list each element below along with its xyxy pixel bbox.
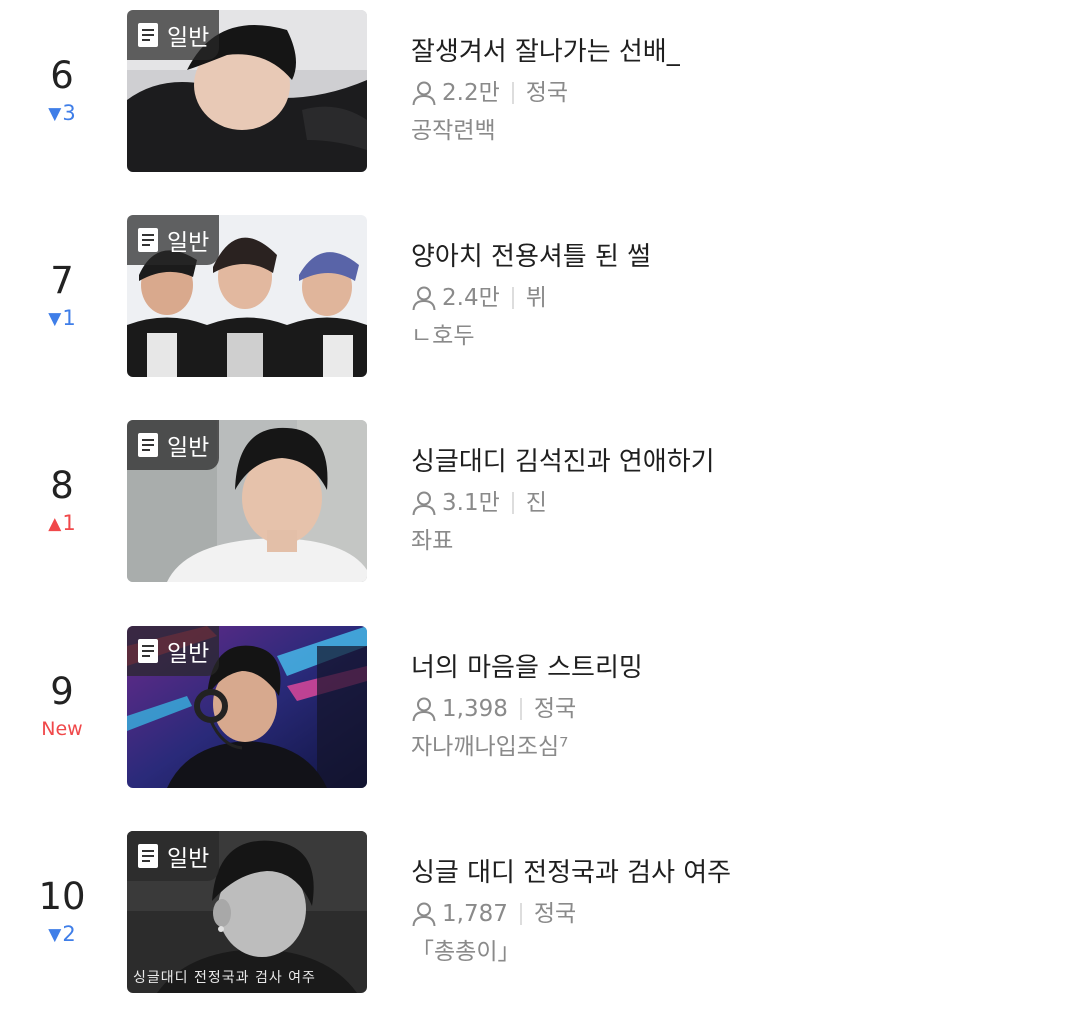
story-info: 싱글대디 김석진과 연애하기 3.1만 진 좌표: [411, 444, 1080, 558]
rank-number: 8: [50, 464, 74, 507]
divider: [511, 82, 514, 104]
divider: [511, 287, 514, 309]
rank-block: 7 ▼1: [18, 259, 106, 333]
story-title[interactable]: 잘생겨서 잘나가는 선배_: [411, 34, 1080, 70]
story-title[interactable]: 싱글 대디 전정국과 검사 여주: [411, 855, 1080, 891]
badge-label: 일반: [167, 230, 210, 256]
story-title[interactable]: 싱글대디 김석진과 연애하기: [411, 444, 1080, 480]
rank-change-value: 1: [62, 306, 76, 330]
story-meta: 1,787 정국: [411, 897, 1080, 931]
author-name[interactable]: 공작련백: [411, 114, 1080, 148]
story-meta: 1,398 정국: [411, 692, 1080, 726]
category-badge: 일반: [127, 831, 220, 881]
rank-new-badge: New: [18, 716, 106, 742]
member-tag[interactable]: 정국: [526, 76, 568, 110]
story-info: 잘생겨서 잘나가는 선배_ 2.2만 정국 공작련백: [411, 34, 1080, 148]
rank-block: 9 New: [18, 670, 106, 742]
author-name[interactable]: ㄴ호두: [411, 319, 1080, 353]
view-count: 1,787: [442, 901, 508, 927]
author-name[interactable]: 「총총이」: [411, 935, 1080, 969]
thumbnail-caption: 싱글대디 전정국과 검사 여주: [133, 970, 316, 986]
rank-change-value: 3: [62, 101, 76, 125]
rank-block: 10 ▼2: [18, 875, 106, 949]
document-icon: [138, 228, 158, 252]
member-tag[interactable]: 정국: [534, 897, 576, 931]
story-thumbnail[interactable]: 일반: [127, 215, 367, 377]
badge-label: 일반: [167, 846, 210, 872]
view-count: 1,398: [442, 696, 508, 722]
story-info: 싱글 대디 전정국과 검사 여주 1,787 정국 「총총이」: [411, 855, 1080, 969]
story-meta: 3.1만 진: [411, 486, 1080, 520]
view-count: 3.1만: [442, 490, 500, 516]
rank-down-icon: ▼: [48, 309, 62, 329]
person-icon: [412, 286, 436, 311]
author-name[interactable]: 자나깨나입조심⁷: [411, 730, 1080, 764]
person-icon: [412, 697, 436, 722]
rank-change-value: 2: [62, 922, 76, 946]
document-icon: [138, 639, 158, 663]
rank-change: ▲1: [18, 510, 106, 538]
story-meta: 2.4만 뷔: [411, 281, 1080, 315]
category-badge: 일반: [127, 10, 220, 60]
rank-block: 8 ▲1: [18, 464, 106, 538]
member-tag[interactable]: 뷔: [526, 281, 547, 315]
story-info: 양아치 전용셔틀 된 썰 2.4만 뷔 ㄴ호두: [411, 239, 1080, 353]
rank-down-icon: ▼: [48, 925, 62, 945]
rank-change: ▼3: [18, 100, 106, 128]
ranking-item[interactable]: 10 ▼2 일반 싱글대디 전정국과 검사 여주 싱글 대디 전정국과 검사 여…: [0, 831, 1080, 993]
author-name[interactable]: 좌표: [411, 524, 1080, 558]
story-title[interactable]: 너의 마음을 스트리밍: [411, 650, 1080, 686]
divider: [511, 492, 514, 514]
story-info: 너의 마음을 스트리밍 1,398 정국 자나깨나입조심⁷: [411, 650, 1080, 764]
story-thumbnail[interactable]: 일반: [127, 626, 367, 788]
person-icon: [412, 81, 436, 106]
rank-change: ▼2: [18, 921, 106, 949]
category-badge: 일반: [127, 215, 220, 265]
view-count: 2.4만: [442, 285, 500, 311]
document-icon: [138, 844, 158, 868]
story-thumbnail[interactable]: 일반: [127, 10, 367, 172]
ranking-item[interactable]: 6 ▼3 일반 잘생겨서 잘나가는 선배_ 2.2만 정국 공작련백: [0, 10, 1080, 172]
rank-number: 6: [50, 54, 74, 97]
document-icon: [138, 23, 158, 47]
ranking-item[interactable]: 9 New 일반 너의 마음을 스트리밍 1,398 정국 자나깨나입조심⁷: [0, 626, 1080, 788]
rank-change: ▼1: [18, 305, 106, 333]
rank-change-value: 1: [62, 511, 76, 535]
story-thumbnail[interactable]: 일반: [127, 420, 367, 582]
member-tag[interactable]: 진: [526, 486, 547, 520]
person-icon: [412, 491, 436, 516]
rank-block: 6 ▼3: [18, 54, 106, 128]
document-icon: [138, 433, 158, 457]
category-badge: 일반: [127, 626, 220, 676]
story-title[interactable]: 양아치 전용셔틀 된 썰: [411, 239, 1080, 275]
badge-label: 일반: [167, 25, 210, 51]
ranking-item[interactable]: 8 ▲1 일반 싱글대디 김석진과 연애하기 3.1만 진 좌표: [0, 420, 1080, 582]
rank-down-icon: ▼: [48, 104, 62, 124]
category-badge: 일반: [127, 420, 220, 470]
badge-label: 일반: [167, 435, 210, 461]
rank-number: 10: [38, 875, 86, 918]
story-meta: 2.2만 정국: [411, 76, 1080, 110]
rank-change-value: New: [41, 718, 83, 740]
ranking-item[interactable]: 7 ▼1 일반 양아치 전용셔틀 된 썰 2.4만 뷔 ㄴ호두: [0, 215, 1080, 377]
member-tag[interactable]: 정국: [534, 692, 576, 726]
rank-number: 9: [50, 670, 74, 713]
divider: [519, 903, 522, 925]
person-icon: [412, 902, 436, 927]
badge-label: 일반: [167, 641, 210, 667]
rank-number: 7: [50, 259, 74, 302]
rank-up-icon: ▲: [48, 514, 62, 534]
view-count: 2.2만: [442, 80, 500, 106]
divider: [519, 698, 522, 720]
story-thumbnail[interactable]: 일반 싱글대디 전정국과 검사 여주: [127, 831, 367, 993]
